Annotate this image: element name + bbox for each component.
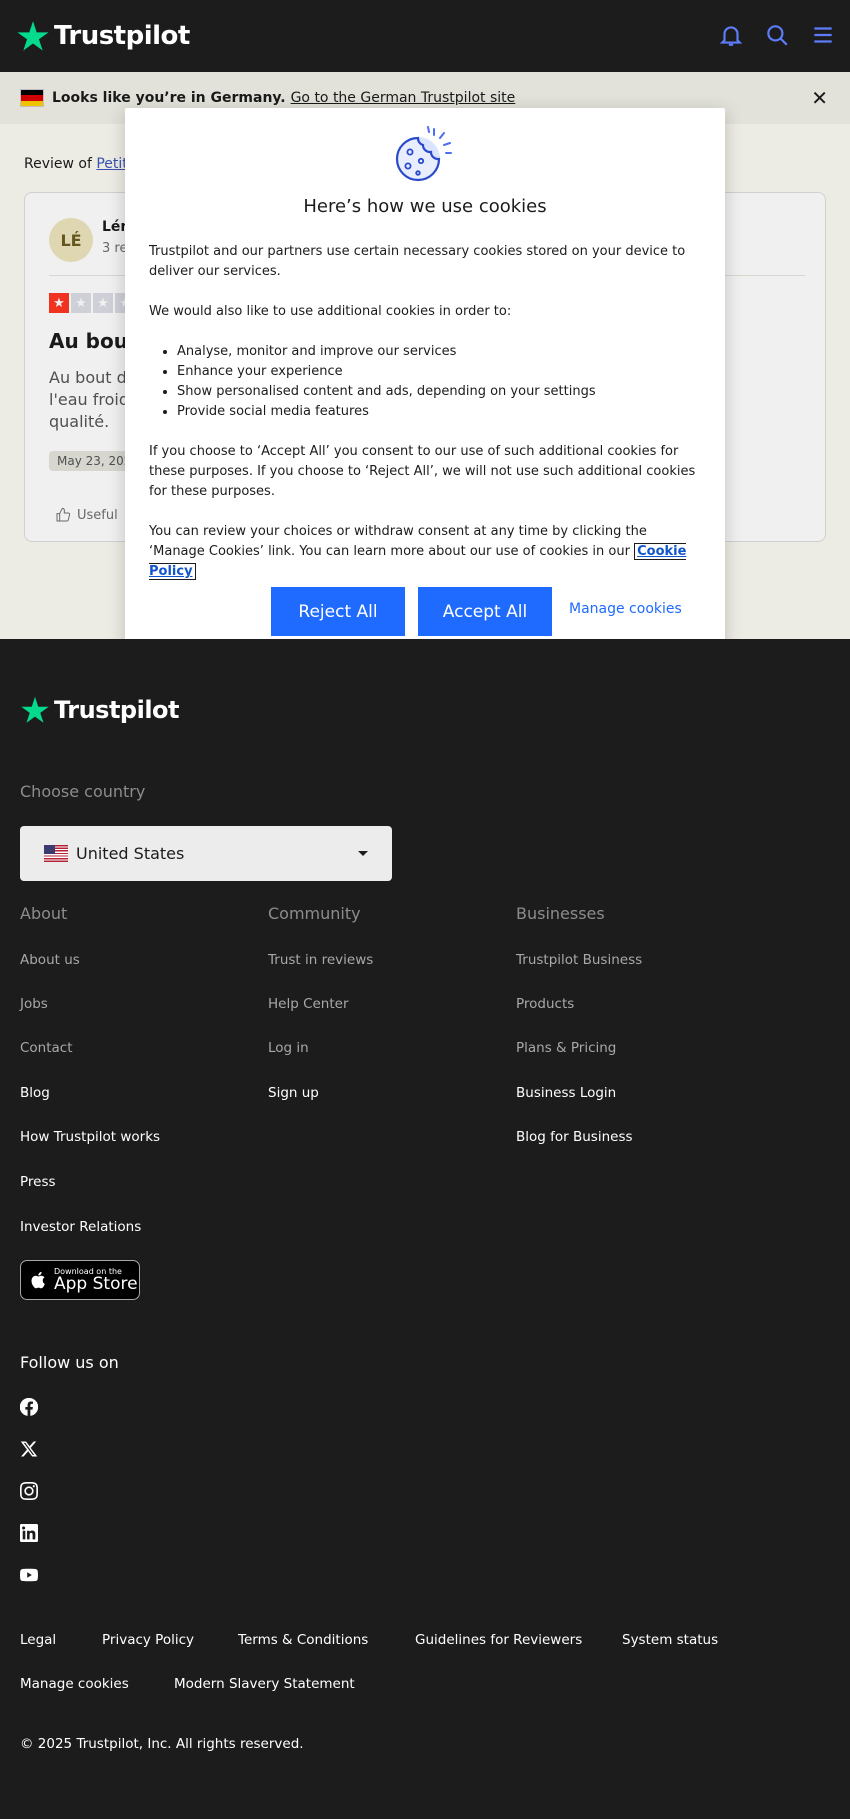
choose-country-label: Choose country — [20, 782, 146, 801]
modal-body: Trustpilot and our partners use certain … — [149, 242, 704, 602]
modal-title: Here’s how we use cookies — [303, 196, 547, 217]
reject-all-button[interactable]: Reject All — [271, 587, 405, 636]
modal-paragraph: We would also like to use additional coo… — [149, 304, 512, 319]
footer-link[interactable]: Investor Relations — [20, 1219, 141, 1235]
menu-icon[interactable] — [810, 22, 836, 48]
cookie-icon — [395, 126, 452, 182]
manage-cookies-link[interactable]: Manage cookies — [569, 601, 682, 617]
modal-paragraph-manage: You can review your choices or withdraw … — [149, 522, 704, 582]
linkedin-icon[interactable] — [20, 1524, 38, 1542]
list-item: Provide social media features — [177, 402, 704, 422]
country-value: United States — [76, 844, 185, 863]
footer-link[interactable]: Jobs — [20, 996, 48, 1012]
footer-link[interactable]: Trustpilot Business — [516, 952, 642, 968]
privacy-policy-link[interactable]: Privacy Policy — [102, 1632, 194, 1648]
footer: Trustpilot Choose country United States … — [0, 639, 850, 1819]
footer-link[interactable]: About us — [20, 952, 80, 968]
trustpilot-logo[interactable]: Trustpilot — [16, 19, 190, 53]
apple-icon — [31, 1271, 45, 1289]
footer-link[interactable]: Blog for Business — [516, 1129, 633, 1145]
terms-link[interactable]: Terms & Conditions — [238, 1632, 368, 1648]
app-store-big-text: App Store — [54, 1273, 138, 1294]
modal-paragraph: If you choose to ‘Accept All’ you consen… — [149, 444, 696, 499]
footer-heading-community: Community — [268, 904, 361, 923]
follow-us-label: Follow us on — [20, 1353, 119, 1372]
legal-link[interactable]: Legal — [20, 1632, 56, 1648]
app-store-badge[interactable]: Download on the App Store — [20, 1260, 140, 1300]
system-status-link[interactable]: System status — [622, 1632, 718, 1648]
logo-text: Trustpilot — [54, 696, 180, 724]
footer-link[interactable]: Log in — [268, 1040, 309, 1056]
footer-heading-about: About — [20, 904, 68, 923]
manage-cookies-footer-link[interactable]: Manage cookies — [20, 1676, 129, 1692]
cookie-purpose-list: Analyse, monitor and improve our service… — [177, 342, 704, 422]
footer-link[interactable]: Help Center — [268, 996, 349, 1012]
caret-down-icon — [358, 851, 368, 856]
footer-link[interactable]: Products — [516, 996, 574, 1012]
top-nav: Trustpilot — [0, 0, 850, 72]
footer-link[interactable]: How Trustpilot works — [20, 1129, 160, 1145]
list-item: Enhance your experience — [177, 362, 704, 382]
star-logo-icon — [21, 696, 49, 723]
footer-logo[interactable]: Trustpilot — [20, 695, 180, 725]
country-select[interactable]: United States — [20, 826, 392, 881]
guidelines-link[interactable]: Guidelines for Reviewers — [415, 1632, 582, 1648]
footer-link[interactable]: Trust in reviews — [268, 952, 373, 968]
modal-paragraph: Trustpilot and our partners use certain … — [149, 244, 686, 279]
facebook-icon[interactable] — [19, 1397, 39, 1416]
bell-icon[interactable] — [718, 22, 744, 48]
logo-text: Trustpilot — [54, 21, 190, 51]
list-item: Analyse, monitor and improve our service… — [177, 342, 704, 362]
youtube-icon[interactable] — [19, 1566, 39, 1584]
footer-link[interactable]: Plans & Pricing — [516, 1040, 616, 1056]
footer-link[interactable]: Contact — [20, 1040, 73, 1056]
instagram-icon[interactable] — [20, 1482, 38, 1500]
modern-slavery-link[interactable]: Modern Slavery Statement — [174, 1676, 355, 1692]
footer-heading-businesses: Businesses — [516, 904, 605, 923]
footer-link[interactable]: Blog — [20, 1085, 50, 1101]
footer-link[interactable]: Press — [20, 1174, 56, 1190]
manage-consent-text: You can review your choices or withdraw … — [149, 524, 647, 559]
footer-link[interactable]: Business Login — [516, 1085, 616, 1101]
star-logo-icon — [17, 21, 49, 51]
us-flag-icon — [44, 845, 68, 862]
search-icon[interactable] — [764, 22, 790, 48]
footer-link[interactable]: Sign up — [268, 1085, 319, 1101]
accept-all-button[interactable]: Accept All — [418, 587, 552, 636]
cookie-consent-modal: Here’s how we use cookies Trustpilot and… — [125, 108, 725, 663]
x-icon[interactable] — [20, 1440, 38, 1458]
list-item: Show personalised content and ads, depen… — [177, 382, 704, 402]
copyright: © 2025 Trustpilot, Inc. All rights reser… — [20, 1736, 304, 1752]
